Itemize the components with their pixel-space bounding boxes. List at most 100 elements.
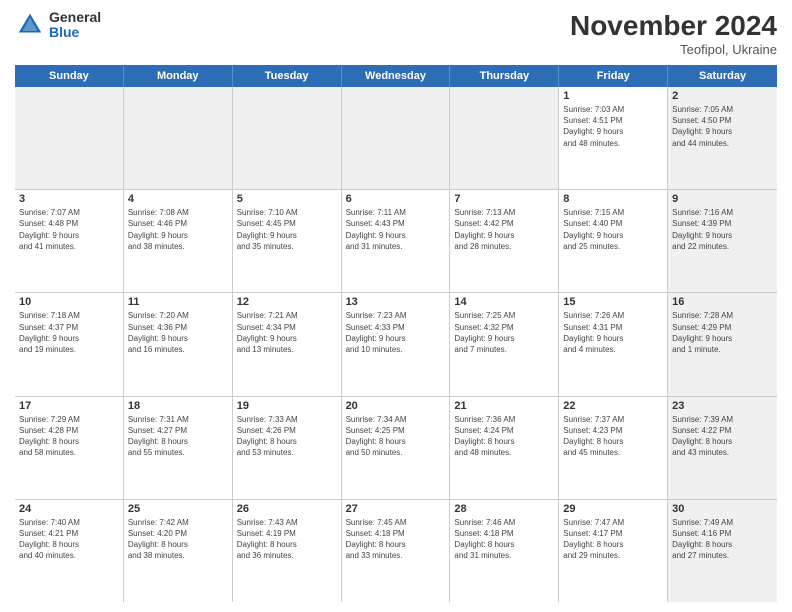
header-day-tuesday: Tuesday [233,65,342,87]
day-number: 24 [19,503,119,515]
day-info: Sunrise: 7:45 AM Sunset: 4:18 PM Dayligh… [346,517,446,562]
day-info: Sunrise: 7:25 AM Sunset: 4:32 PM Dayligh… [454,310,554,355]
day-info: Sunrise: 7:15 AM Sunset: 4:40 PM Dayligh… [563,207,663,252]
day-info: Sunrise: 7:37 AM Sunset: 4:23 PM Dayligh… [563,414,663,459]
calendar-header: SundayMondayTuesdayWednesdayThursdayFrid… [15,65,777,87]
calendar-day-4: 4 Sunrise: 7:08 AM Sunset: 4:46 PM Daylig… [124,190,233,292]
month-title: November 2024 [570,10,777,42]
day-info: Sunrise: 7:36 AM Sunset: 4:24 PM Dayligh… [454,414,554,459]
day-number: 8 [563,193,663,205]
day-number: 21 [454,400,554,412]
calendar-day-12: 12Sunrise: 7:21 AM Sunset: 4:34 PM Dayli… [233,293,342,395]
day-info: Sunrise: 7:34 AM Sunset: 4:25 PM Dayligh… [346,414,446,459]
calendar-day-14: 14Sunrise: 7:25 AM Sunset: 4:32 PM Dayli… [450,293,559,395]
calendar-day-empty [124,87,233,189]
day-info: Sunrise: 7:13 AM Sunset: 4:42 PM Dayligh… [454,207,554,252]
calendar-day-28: 28Sunrise: 7:46 AM Sunset: 4:18 PM Dayli… [450,500,559,602]
day-number: 9 [672,193,773,205]
calendar-day-23: 23 Sunrise: 7:39 AM Sunset: 4:22 PM Dayli… [668,397,777,499]
day-info: Sunrise: 7:42 AM Sunset: 4:20 PM Dayligh… [128,517,228,562]
day-info: Sunrise: 7:08 AM Sunset: 4:46 PM Dayligh… [128,207,228,252]
day-number: 4 [128,193,228,205]
logo-icon [15,10,45,40]
calendar-day-15: 15Sunrise: 7:26 AM Sunset: 4:31 PM Dayli… [559,293,668,395]
day-number: 5 [237,193,337,205]
day-info: Sunrise: 7:21 AM Sunset: 4:34 PM Dayligh… [237,310,337,355]
header: General Blue November 2024 Teofipol, Ukr… [15,10,777,57]
header-day-thursday: Thursday [450,65,559,87]
calendar-week-1: 1 Sunrise: 7:03 AM Sunset: 4:51 PM Daylig… [15,87,777,190]
calendar-body: 1 Sunrise: 7:03 AM Sunset: 4:51 PM Daylig… [15,87,777,602]
calendar-day-20: 20Sunrise: 7:34 AM Sunset: 4:25 PM Dayli… [342,397,451,499]
calendar-day-10: 10 Sunrise: 7:18 AM Sunset: 4:37 PM Dayli… [15,293,124,395]
calendar-day-3: 3 Sunrise: 7:07 AM Sunset: 4:48 PM Daylig… [15,190,124,292]
calendar-day-empty [233,87,342,189]
day-info: Sunrise: 7:20 AM Sunset: 4:36 PM Dayligh… [128,310,228,355]
day-info: Sunrise: 7:05 AM Sunset: 4:50 PM Dayligh… [672,104,773,149]
day-number: 16 [672,296,773,308]
day-info: Sunrise: 7:28 AM Sunset: 4:29 PM Dayligh… [672,310,773,355]
day-info: Sunrise: 7:49 AM Sunset: 4:16 PM Dayligh… [672,517,773,562]
day-number: 11 [128,296,228,308]
day-info: Sunrise: 7:43 AM Sunset: 4:19 PM Dayligh… [237,517,337,562]
day-info: Sunrise: 7:03 AM Sunset: 4:51 PM Dayligh… [563,104,663,149]
day-number: 19 [237,400,337,412]
day-number: 29 [563,503,663,515]
day-number: 6 [346,193,446,205]
logo: General Blue [15,10,101,41]
day-number: 3 [19,193,119,205]
day-number: 1 [563,90,663,102]
day-number: 10 [19,296,119,308]
calendar-week-4: 17Sunrise: 7:29 AM Sunset: 4:28 PM Dayli… [15,397,777,500]
calendar-day-empty [15,87,124,189]
calendar-day-11: 11 Sunrise: 7:20 AM Sunset: 4:36 PM Dayli… [124,293,233,395]
page: General Blue November 2024 Teofipol, Ukr… [0,0,792,612]
day-info: Sunrise: 7:07 AM Sunset: 4:48 PM Dayligh… [19,207,119,252]
day-info: Sunrise: 7:39 AM Sunset: 4:22 PM Dayligh… [672,414,773,459]
day-info: Sunrise: 7:47 AM Sunset: 4:17 PM Dayligh… [563,517,663,562]
calendar-day-18: 18 Sunrise: 7:31 AM Sunset: 4:27 PM Dayli… [124,397,233,499]
day-info: Sunrise: 7:33 AM Sunset: 4:26 PM Dayligh… [237,414,337,459]
day-number: 30 [672,503,773,515]
calendar-day-22: 22 Sunrise: 7:37 AM Sunset: 4:23 PM Dayli… [559,397,668,499]
calendar-day-16: 16 Sunrise: 7:28 AM Sunset: 4:29 PM Dayli… [668,293,777,395]
calendar-day-8: 8 Sunrise: 7:15 AM Sunset: 4:40 PM Daylig… [559,190,668,292]
calendar-day-30: 30 Sunrise: 7:49 AM Sunset: 4:16 PM Dayli… [668,500,777,602]
calendar-day-26: 26Sunrise: 7:43 AM Sunset: 4:19 PM Dayli… [233,500,342,602]
calendar-week-2: 3 Sunrise: 7:07 AM Sunset: 4:48 PM Daylig… [15,190,777,293]
day-number: 18 [128,400,228,412]
calendar-day-2: 2 Sunrise: 7:05 AM Sunset: 4:50 PM Daylig… [668,87,777,189]
day-info: Sunrise: 7:29 AM Sunset: 4:28 PM Dayligh… [19,414,119,459]
calendar-week-5: 24Sunrise: 7:40 AM Sunset: 4:21 PM Dayli… [15,500,777,602]
day-number: 22 [563,400,663,412]
calendar-day-5: 5Sunrise: 7:10 AM Sunset: 4:45 PM Daylig… [233,190,342,292]
location: Teofipol, Ukraine [570,42,777,57]
day-info: Sunrise: 7:23 AM Sunset: 4:33 PM Dayligh… [346,310,446,355]
calendar-day-empty [450,87,559,189]
day-info: Sunrise: 7:16 AM Sunset: 4:39 PM Dayligh… [672,207,773,252]
logo-general-text: General [49,10,101,25]
calendar: SundayMondayTuesdayWednesdayThursdayFrid… [15,65,777,602]
calendar-day-29: 29 Sunrise: 7:47 AM Sunset: 4:17 PM Dayli… [559,500,668,602]
logo-text: General Blue [49,10,101,41]
calendar-day-21: 21 Sunrise: 7:36 AM Sunset: 4:24 PM Dayli… [450,397,559,499]
header-day-saturday: Saturday [668,65,777,87]
logo-blue-text: Blue [49,25,101,40]
day-info: Sunrise: 7:18 AM Sunset: 4:37 PM Dayligh… [19,310,119,355]
day-number: 2 [672,90,773,102]
calendar-week-3: 10 Sunrise: 7:18 AM Sunset: 4:37 PM Dayli… [15,293,777,396]
day-info: Sunrise: 7:31 AM Sunset: 4:27 PM Dayligh… [128,414,228,459]
calendar-day-27: 27 Sunrise: 7:45 AM Sunset: 4:18 PM Dayli… [342,500,451,602]
title-block: November 2024 Teofipol, Ukraine [570,10,777,57]
day-number: 25 [128,503,228,515]
calendar-day-24: 24Sunrise: 7:40 AM Sunset: 4:21 PM Dayli… [15,500,124,602]
day-number: 27 [346,503,446,515]
calendar-day-empty [342,87,451,189]
calendar-day-25: 25 Sunrise: 7:42 AM Sunset: 4:20 PM Dayli… [124,500,233,602]
day-number: 15 [563,296,663,308]
calendar-day-19: 19 Sunrise: 7:33 AM Sunset: 4:26 PM Dayli… [233,397,342,499]
day-number: 13 [346,296,446,308]
day-info: Sunrise: 7:46 AM Sunset: 4:18 PM Dayligh… [454,517,554,562]
day-number: 23 [672,400,773,412]
day-number: 7 [454,193,554,205]
